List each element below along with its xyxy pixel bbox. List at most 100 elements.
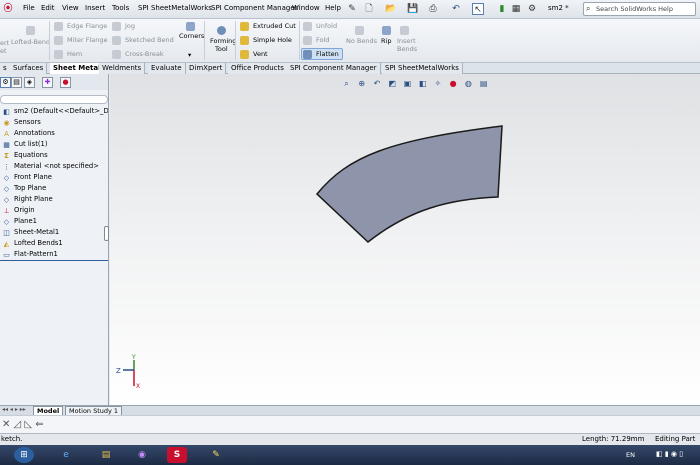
new-document-icon[interactable]: 🗋 <box>363 3 375 15</box>
miter-flange-button[interactable]: Miter Flange <box>67 36 107 44</box>
menu-window[interactable]: Window <box>292 4 320 12</box>
tree-filter-input[interactable] <box>0 95 108 104</box>
jog-button[interactable]: Jog <box>125 22 135 30</box>
tab-evaluate[interactable]: Evaluate <box>148 63 186 74</box>
tree-item-sheet-metal1[interactable]: ◫ Sheet-Metal1 <box>0 227 108 238</box>
cross-break-button[interactable]: Cross-Break <box>125 50 164 58</box>
tab-office-products[interactable]: Office Products <box>228 63 288 74</box>
options-icon[interactable]: ▦ <box>510 3 522 15</box>
tab-nav-arrows[interactable]: ◂◂ ◂ ▸ ▸▸ <box>2 406 26 413</box>
menu-spi-sheetmetalworks[interactable]: SPI SheetMetalWorks <box>138 4 212 12</box>
flat-pattern-icon: ▭ <box>3 251 10 259</box>
sketched-bend-button[interactable]: Sketched Bend <box>125 36 174 44</box>
tree-item-equations[interactable]: Σ Equations <box>0 150 108 161</box>
menu-insert[interactable]: Insert <box>85 4 105 12</box>
rip-button[interactable]: Rip <box>381 37 391 45</box>
hem-button[interactable]: Hem <box>67 50 82 58</box>
tree-item-lofted-bends1[interactable]: ◭ Lofted Bends1 <box>0 238 108 249</box>
solidworks-watermark-icon: ⊿ <box>678 100 698 116</box>
tree-item-label: Sheet-Metal1 <box>14 228 60 236</box>
corners-dropdown-icon[interactable]: ▾ <box>188 51 191 59</box>
search-input[interactable]: ⌕ Search SolidWorks Help <box>583 2 696 16</box>
panel-collapse-handle[interactable] <box>104 226 109 241</box>
configuration-manager-tab-icon[interactable]: ◈ <box>24 77 35 88</box>
sketched-bend-icon <box>112 36 121 45</box>
tree-item-top-plane[interactable]: ◇ Top Plane <box>0 183 108 194</box>
no-bends-button[interactable]: No Bends <box>346 37 377 45</box>
solidworks-logo-icon[interactable]: ⦿ <box>2 3 14 15</box>
display-manager-tab-icon[interactable]: ● <box>60 77 71 88</box>
input-language-indicator[interactable]: EN <box>626 451 635 459</box>
menu-file[interactable]: File <box>23 4 35 12</box>
simple-hole-button[interactable]: Simple Hole <box>253 36 292 44</box>
ribbon-separator <box>49 21 50 60</box>
search-placeholder: Search SolidWorks Help <box>596 5 673 13</box>
tree-item-label: Equations <box>14 151 48 159</box>
property-manager-tab-icon[interactable]: ▤ <box>11 77 22 88</box>
corners-button[interactable]: Corners <box>179 32 204 40</box>
no-bends-icon <box>355 26 364 35</box>
vent-button[interactable]: Vent <box>253 50 268 58</box>
gear-icon[interactable]: ⚙ <box>526 3 538 15</box>
tree-item-front-plane[interactable]: ◇ Front Plane <box>0 172 108 183</box>
start-button-icon[interactable]: ⊞ <box>14 447 34 463</box>
tree-item-origin[interactable]: ⊥ Origin <box>0 205 108 216</box>
menu-tools[interactable]: Tools <box>112 4 129 12</box>
tree-item-annotations[interactable]: A Annotations <box>0 128 108 139</box>
solidworks-taskbar-icon[interactable]: S <box>167 447 187 463</box>
menu-help[interactable]: Help <box>325 4 341 12</box>
select-icon[interactable]: ↖ <box>472 3 484 15</box>
internet-explorer-icon[interactable]: e <box>56 447 76 463</box>
open-icon[interactable]: 📂 <box>385 3 397 15</box>
triad-z-label: Z <box>116 367 121 375</box>
tab-dimxpert[interactable]: DimXpert <box>186 63 227 74</box>
tab-weldments[interactable]: Weldments <box>99 63 146 74</box>
part-icon: ◧ <box>3 108 10 116</box>
print-icon[interactable]: ⎙ <box>427 3 439 15</box>
rebuild-icon[interactable]: ▮ <box>496 3 508 15</box>
lofted-bend-button[interactable]: Lofted-Bend <box>11 38 50 46</box>
vent-icon <box>240 50 249 59</box>
tab-surfaces[interactable]: Surfaces <box>10 63 48 74</box>
pin-icon[interactable]: ✎ <box>346 3 358 15</box>
forming-tool-icon <box>217 26 226 35</box>
explorer-folder-icon[interactable]: ▤ <box>96 447 116 463</box>
paint-icon[interactable]: ✎ <box>206 447 226 463</box>
simple-hole-icon <box>240 36 249 45</box>
insert-bends-button[interactable]: Insert <box>397 37 416 45</box>
tab-spi-component-manager[interactable]: SPI Component Manager <box>287 63 381 74</box>
rollback-bar[interactable] <box>0 260 108 261</box>
fold-button[interactable]: Fold <box>316 36 329 44</box>
menu-spi-component-manager[interactable]: SPI Component Manager <box>211 4 298 12</box>
graphics-area[interactable]: ⌕ ⊕ ↶ ◩ ▣ ◧ ✧ ● ◍ ▤ Z Y X ⊿ <box>110 74 700 406</box>
tree-item-sensors[interactable]: ◉ Sensors <box>0 117 108 128</box>
tree-root[interactable]: ◧ sm2 (Default<<Default>_Displa <box>0 106 108 117</box>
save-icon[interactable]: 💾 <box>407 3 419 15</box>
undo-icon[interactable]: ↶ <box>450 3 462 15</box>
insert-bends-icon <box>400 26 409 35</box>
tree-item-plane1[interactable]: ◇ Plane1 <box>0 216 108 227</box>
menu-edit[interactable]: Edit <box>41 4 55 12</box>
unfold-button[interactable]: Unfold <box>316 22 337 30</box>
menu-view[interactable]: View <box>62 4 79 12</box>
tree-item-label: Cut list(1) <box>14 140 48 148</box>
ribbon-partial-label-1[interactable]: ert <box>0 39 9 47</box>
extruded-cut-button[interactable]: Extruded Cut <box>253 22 296 30</box>
dimxpert-tab-icon[interactable]: ✚ <box>42 77 53 88</box>
ribbon-partial-label-2[interactable]: et <box>0 47 7 55</box>
media-player-icon[interactable]: ◉ <box>132 447 152 463</box>
flat-sheet-part[interactable] <box>315 125 503 243</box>
flatten-button[interactable]: Flatten <box>316 50 339 58</box>
tree-item-flat-pattern1[interactable]: ▭ Flat-Pattern1 <box>0 249 108 260</box>
tab-sheet-metal[interactable]: Sheet Metal <box>50 63 105 74</box>
tab-spi-sheetmetalworks[interactable]: SPI SheetMetalWorks <box>382 63 463 74</box>
miter-flange-icon <box>54 36 63 45</box>
feature-manager-tab-icon[interactable]: ⚙ <box>0 77 11 88</box>
tree-item-cut-list[interactable]: ▦ Cut list(1) <box>0 139 108 150</box>
tree-item-right-plane[interactable]: ◇ Right Plane <box>0 194 108 205</box>
status-mode: Editing Part <box>655 435 696 443</box>
edge-flange-button[interactable]: Edge Flange <box>67 22 107 30</box>
tree-item-material[interactable]: ⋮ Material <not specified> <box>0 161 108 172</box>
forming-tool-button[interactable]: Forming <box>210 37 236 45</box>
tree-item-label: Sensors <box>14 118 41 126</box>
